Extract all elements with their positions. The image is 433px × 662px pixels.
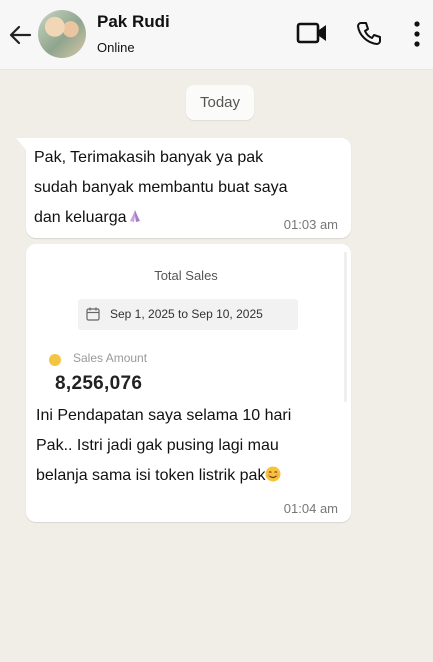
more-menu-icon[interactable] xyxy=(412,20,422,48)
message-text-content: Ini Pendapatan saya selama 10 hari Pak..… xyxy=(36,407,292,484)
contact-status: Online xyxy=(97,40,135,55)
contact-name[interactable]: Pak Rudi xyxy=(97,12,170,32)
folded-hands-icon xyxy=(129,210,140,222)
smiling-face-icon xyxy=(265,466,281,482)
chat-header: Pak Rudi Online xyxy=(0,0,433,70)
sales-value: 8,256,076 xyxy=(55,373,143,394)
avatar[interactable] xyxy=(38,10,86,58)
message-text-content: Pak, Terimakasih banyak ya pak sudah ban… xyxy=(34,149,288,226)
sales-dot-icon xyxy=(49,354,61,366)
message-time: 01:03 am xyxy=(283,217,338,232)
back-arrow-icon[interactable] xyxy=(8,24,32,46)
date-range-field: Sep 1, 2025 to Sep 10, 2025 xyxy=(78,299,298,330)
message-bubble[interactable]: Total Sales Sep 1, 2025 to Sep 10, 2025 … xyxy=(26,244,351,522)
date-chip: Today xyxy=(186,85,254,120)
sales-card-image[interactable]: Total Sales Sep 1, 2025 to Sep 10, 2025 … xyxy=(36,252,347,402)
sales-label: Sales Amount xyxy=(73,351,148,365)
bubble-tail xyxy=(16,138,26,150)
date-range-text: Sep 1, 2025 to Sep 10, 2025 xyxy=(110,307,263,321)
message-text: Ini Pendapatan saya selama 10 hari Pak..… xyxy=(36,401,346,491)
message-bubble[interactable]: Pak, Terimakasih banyak ya pak sudah ban… xyxy=(16,138,351,238)
calendar-icon xyxy=(86,307,100,321)
message-time: 01:04 am xyxy=(283,501,338,516)
card-title: Total Sales xyxy=(154,268,218,283)
phone-icon[interactable] xyxy=(356,20,382,46)
video-call-icon[interactable] xyxy=(296,20,328,46)
